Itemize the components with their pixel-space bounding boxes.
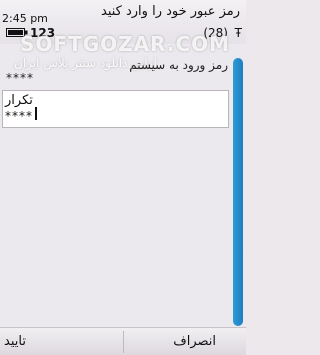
page-title: رمز عبور خود را وارد کنید	[101, 4, 240, 19]
scrollbar-thumb[interactable]	[233, 58, 243, 326]
password-entry-screen: 2:45 pm رمز عبور خود را وارد کنید 123 (2…	[0, 0, 246, 355]
watermark-logo: SOFTGOZAR.COM	[20, 32, 231, 56]
clock: 2:45 pm	[2, 12, 48, 25]
softkey-divider	[123, 331, 124, 353]
password-field-label: رمز ورود به سیستم	[129, 58, 228, 72]
cancel-softkey[interactable]: انصراف	[173, 334, 216, 349]
password-field[interactable]: ****	[6, 71, 34, 85]
signal-icon: Ŧ	[234, 26, 242, 40]
softkey-bar: تایید انصراف	[0, 327, 246, 355]
confirm-password-box[interactable]: تکرار ****	[2, 90, 229, 128]
confirm-password-label: تکرار	[5, 93, 33, 108]
text-cursor	[35, 107, 37, 120]
confirm-password-field[interactable]: ****	[5, 109, 33, 123]
confirm-softkey[interactable]: تایید	[4, 334, 26, 349]
